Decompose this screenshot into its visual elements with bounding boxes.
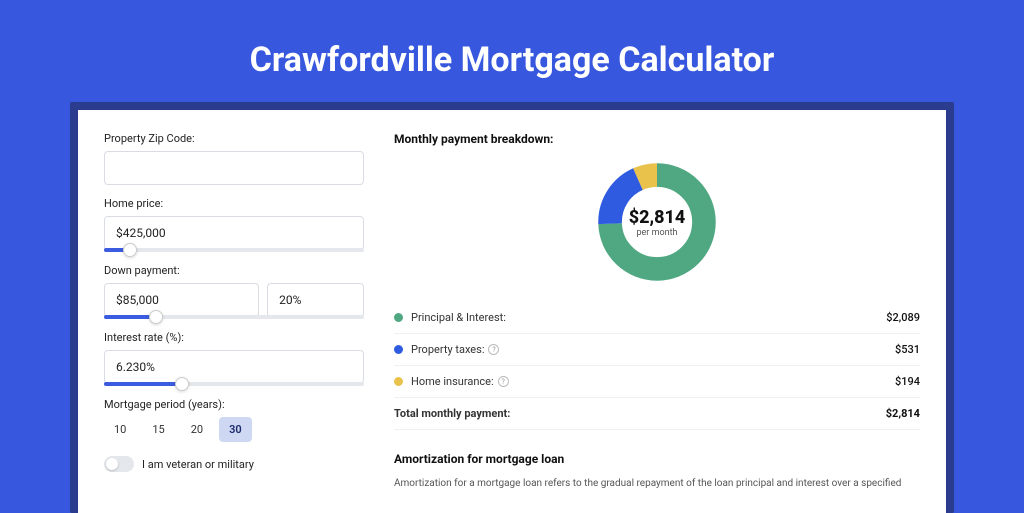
interest-group: Interest rate (%): (104, 331, 364, 386)
breakdown-label: Property taxes: ? (411, 343, 895, 356)
dot-icon (394, 313, 403, 322)
dot-icon (394, 345, 403, 354)
down-payment-label: Down payment: (104, 264, 364, 277)
period-options: 10 15 20 30 (104, 417, 364, 442)
info-icon[interactable]: ? (498, 376, 509, 387)
donut-chart: $2,814 per month (595, 160, 719, 284)
amortization-title: Amortization for mortgage loan (394, 452, 920, 466)
down-payment-slider[interactable] (104, 315, 364, 319)
veteran-toggle[interactable] (104, 456, 134, 472)
breakdown-label: Home insurance: ? (411, 375, 895, 388)
zip-input[interactable] (104, 151, 364, 185)
period-group: Mortgage period (years): 10 15 20 30 (104, 398, 364, 442)
down-payment-input[interactable] (104, 283, 259, 317)
zip-group: Property Zip Code: (104, 132, 364, 185)
breakdown-title: Monthly payment breakdown: (394, 132, 920, 146)
amortization-text: Amortization for a mortgage loan refers … (394, 476, 920, 491)
period-btn-20[interactable]: 20 (181, 417, 213, 442)
calculator-panel: Property Zip Code: Home price: Down paym… (78, 110, 946, 513)
breakdown-value: $2,089 (886, 311, 920, 324)
total-value: $2,814 (886, 407, 920, 420)
donut-amount: $2,814 (629, 207, 686, 228)
home-price-group: Home price: (104, 197, 364, 252)
breakdown-row-total: Total monthly payment: $2,814 (394, 398, 920, 430)
info-icon[interactable]: ? (488, 344, 499, 355)
home-price-input[interactable] (104, 216, 364, 250)
down-payment-pct-input[interactable] (267, 283, 364, 317)
interest-input[interactable] (104, 350, 364, 384)
home-price-slider[interactable] (104, 248, 364, 252)
interest-slider[interactable] (104, 382, 364, 386)
interest-label: Interest rate (%): (104, 331, 364, 344)
period-btn-30[interactable]: 30 (219, 417, 252, 442)
period-label: Mortgage period (years): (104, 398, 364, 411)
amortization-section: Amortization for mortgage loan Amortizat… (394, 452, 920, 491)
period-btn-10[interactable]: 10 (104, 417, 136, 442)
zip-label: Property Zip Code: (104, 132, 364, 145)
home-price-label: Home price: (104, 197, 364, 210)
dot-icon (394, 377, 403, 386)
breakdown-label: Principal & Interest: (411, 311, 886, 324)
down-payment-group: Down payment: (104, 264, 364, 319)
donut-chart-wrap: $2,814 per month (394, 160, 920, 284)
donut-sub: per month (636, 228, 677, 238)
veteran-label: I am veteran or military (142, 458, 254, 471)
breakdown-row-principal: Principal & Interest: $2,089 (394, 302, 920, 334)
breakdown-row-insurance: Home insurance: ? $194 (394, 366, 920, 398)
period-btn-15[interactable]: 15 (142, 417, 174, 442)
breakdown-value: $531 (895, 343, 920, 356)
total-label: Total monthly payment: (394, 407, 886, 420)
breakdown-value: $194 (895, 375, 920, 388)
breakdown-row-taxes: Property taxes: ? $531 (394, 334, 920, 366)
veteran-row: I am veteran or military (104, 456, 364, 472)
breakdown-column: Monthly payment breakdown: $2,814 per mo… (394, 132, 920, 491)
page-title: Crawfordville Mortgage Calculator (70, 40, 954, 80)
form-column: Property Zip Code: Home price: Down paym… (104, 132, 364, 491)
panel-frame: Property Zip Code: Home price: Down paym… (70, 102, 954, 513)
